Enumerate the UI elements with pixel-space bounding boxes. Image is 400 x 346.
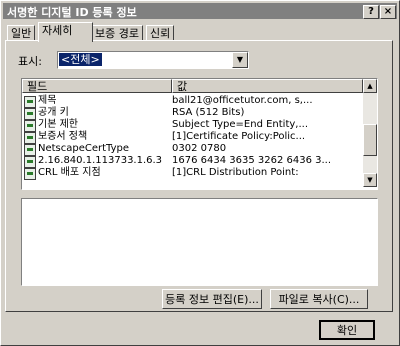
field-detail-box[interactable] bbox=[21, 198, 378, 286]
column-header-field[interactable]: 필드 bbox=[22, 79, 172, 93]
chevron-down-icon[interactable]: ▼ bbox=[232, 52, 248, 68]
field-name: 공개 키 bbox=[38, 107, 69, 118]
field-name: 보증서 정책 bbox=[38, 131, 88, 142]
field-value: 1676 6434 3635 3262 6436 3... bbox=[172, 155, 332, 166]
field-name: 기본 제한 bbox=[38, 119, 78, 130]
list-item[interactable]: 제목 ball21@officetutor.com, s,... bbox=[22, 95, 362, 108]
ok-button[interactable]: 확인 bbox=[319, 320, 375, 340]
field-value: RSA (512 Bits) bbox=[172, 107, 245, 118]
list-item[interactable]: NetscapeCertType 0302 0780 bbox=[22, 143, 362, 156]
window-title: 서명한 디지털 ID 등록 정보 bbox=[7, 6, 137, 19]
tab-trust[interactable]: 신뢰 bbox=[146, 25, 175, 41]
field-name: 2.16.840.1.113733.1.6.3 bbox=[38, 155, 163, 166]
field-value: [1]CRL Distribution Point: bbox=[172, 167, 299, 178]
tab-general[interactable]: 일반 bbox=[7, 25, 36, 41]
field-name: NetscapeCertType bbox=[38, 143, 130, 154]
list-item[interactable]: 보증서 정책 [1]Certificate Policy:Polic... bbox=[22, 131, 362, 144]
list-item[interactable]: 기본 제한 Subject Type=End Entity,... bbox=[22, 119, 362, 132]
field-name: CRL 배포 지점 bbox=[38, 167, 101, 178]
show-dropdown[interactable]: <전체> ▼ bbox=[57, 51, 249, 69]
scroll-up-icon[interactable]: ▲ bbox=[363, 79, 377, 93]
field-value: [1]Certificate Policy:Polic... bbox=[172, 131, 306, 142]
tab-certification-path[interactable]: 보증 경로 bbox=[91, 25, 143, 41]
list-item[interactable]: 2.16.840.1.113733.1.6.3 1676 6434 3635 3… bbox=[22, 155, 362, 168]
list-item[interactable]: CRL 배포 지점 [1]CRL Distribution Point: bbox=[22, 167, 362, 180]
tab-details[interactable]: 자세히 bbox=[38, 22, 93, 42]
help-button[interactable]: ? bbox=[363, 5, 379, 19]
title-bar: 서명한 디지털 ID 등록 정보 ? × bbox=[3, 3, 397, 19]
field-value: Subject Type=End Entity,... bbox=[172, 119, 309, 130]
field-value: 0302 0780 bbox=[172, 143, 227, 154]
copy-to-file-button[interactable]: 파일로 복사(C)... bbox=[270, 289, 368, 309]
scroll-down-icon[interactable]: ▼ bbox=[363, 173, 377, 187]
field-value: ball21@officetutor.com, s,... bbox=[172, 95, 313, 106]
field-list[interactable]: 필드 값 제목 ball21@officetutor.com, s,... 공개… bbox=[21, 78, 378, 190]
column-header-value[interactable]: 값 bbox=[172, 79, 363, 93]
edit-properties-button[interactable]: 등록 정보 편집(E)... bbox=[162, 289, 262, 309]
certificate-extension-icon bbox=[24, 168, 36, 180]
show-label: 표시: bbox=[18, 55, 42, 68]
show-selected-value: <전체> bbox=[59, 53, 102, 66]
field-name: 제목 bbox=[38, 95, 57, 106]
close-button[interactable]: × bbox=[380, 5, 396, 19]
scroll-thumb[interactable] bbox=[363, 124, 377, 156]
list-item[interactable]: 공개 키 RSA (512 Bits) bbox=[22, 107, 362, 120]
vertical-scrollbar[interactable]: ▲ ▼ bbox=[363, 79, 377, 187]
